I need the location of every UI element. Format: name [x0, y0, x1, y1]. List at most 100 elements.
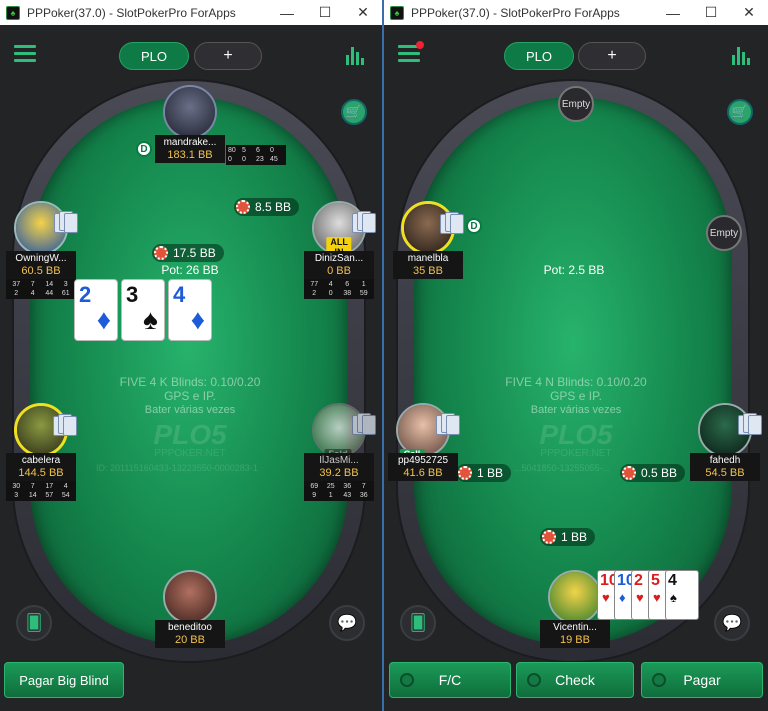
seat-iljasmi[interactable]: Fold IlJasMi... 39.2 BB 6925367 914336 [304, 403, 376, 501]
seat-pp4952725[interactable]: Call pp4952725 41.6 BB [388, 403, 460, 481]
player-stack: 35 BB [393, 264, 463, 279]
close-icon[interactable]: ✕ [344, 4, 382, 21]
seat-manelbla[interactable]: manelbla 35 BB [393, 201, 464, 279]
player-stack: 39.2 BB [304, 466, 374, 481]
player-name: mandrake... [155, 135, 225, 148]
seat-mandrake[interactable]: mandrake... 183.1 BB [155, 85, 225, 163]
player-stack: 0 BB [304, 264, 374, 279]
watermark-site: PPPOKER.NET [154, 448, 226, 459]
watermark-site: PPPOKER.NET [540, 448, 612, 459]
cart-icon[interactable]: 🛒 [727, 99, 753, 125]
player-name: beneditoo [155, 620, 225, 633]
player-name: pp4952725 [388, 453, 458, 466]
hole-cards-icon [436, 413, 460, 439]
app-icon: ♠ [390, 5, 404, 20]
cart-icon[interactable]: 🛒 [341, 99, 367, 125]
checkbox-icon [652, 673, 666, 687]
bet-chip: 8.5 BB [234, 198, 300, 216]
player-stack: 60.5 BB [6, 264, 76, 279]
avatar: Call [396, 403, 460, 459]
table-info: FIVE 4 N Blinds: 0.10/0.20 GPS e IP. Bat… [505, 375, 647, 416]
table-felt [414, 97, 732, 645]
hud-stats: 30 7 17 4 3 14 57 54 [6, 481, 76, 501]
table-felt [30, 97, 348, 645]
cards-icon[interactable]: 🂠 [16, 605, 52, 641]
maximize-icon[interactable]: ☐ [692, 4, 730, 21]
seat-cabelera[interactable]: cabelera 144.5 BB 30 7 17 4 3 14 57 54 [6, 403, 77, 501]
checkbox-icon [527, 673, 541, 687]
avatar [548, 570, 602, 624]
hole-cards-icon [54, 211, 78, 237]
board-card: 3 ♠ [121, 279, 165, 341]
seat-fahedh[interactable]: fahedh 54.5 BB [690, 403, 762, 481]
player-name: cabelera [6, 453, 76, 466]
seat-owningw[interactable]: OwningW... 60.5 BB 37 7 14 3 2 4 44 61 [6, 201, 78, 299]
player-name: DinizSan... [304, 251, 374, 264]
bet-chip: 1 BB [540, 528, 596, 546]
player-stack: 41.6 BB [388, 466, 458, 481]
dealer-button: D [136, 141, 152, 157]
player-stack: 54.5 BB [690, 466, 760, 481]
check-button[interactable]: Check [516, 662, 634, 698]
notification-dot [416, 41, 424, 49]
stats-icon[interactable] [732, 45, 752, 65]
player-stack: 144.5 BB [6, 466, 76, 481]
hero-hole-cards[interactable]: 10 ♥ 10 ♦ 2 ♥ 5 ♥ 4 ♠ [597, 570, 699, 620]
add-table-button[interactable]: + [578, 42, 646, 70]
chat-icon[interactable]: 💬 [714, 605, 750, 641]
plo5-watermark: PLO5 [153, 419, 227, 450]
plo5-watermark: PLO5 [539, 419, 613, 450]
app-icon: ♠ [6, 5, 20, 20]
menu-icon[interactable] [14, 45, 36, 63]
dealer-button: D [466, 218, 482, 234]
seat-dinizsan[interactable]: ALL IN DinizSan... 0 BB 77461 203859 [304, 201, 376, 299]
player-stack: 183.1 BB [155, 148, 225, 163]
game-id: ID: 201115160433-13223550-0000283-1 [96, 463, 258, 473]
player-name: IlJasMi... [304, 453, 374, 466]
player-name: Vicentin... [540, 620, 610, 633]
player-name: fahedh [690, 453, 760, 466]
chip-icon [622, 466, 636, 480]
bet-chip: 1 BB [456, 464, 512, 482]
hole-cards-icon [440, 212, 464, 238]
fold-check-button[interactable]: F/C [389, 662, 511, 698]
minimize-icon[interactable]: — [654, 5, 692, 21]
call-button[interactable]: Pagar [641, 662, 763, 698]
maximize-icon[interactable]: ☐ [306, 4, 344, 21]
hole-cards-icon [352, 211, 376, 237]
poker-window-left: ♠ PPPoker(37.0) - SlotPokerPro ForApps —… [0, 0, 382, 711]
avatar: Fold [312, 403, 376, 459]
chip-icon [542, 530, 556, 544]
window-title: PPPoker(37.0) - SlotPokerPro ForApps [27, 5, 236, 20]
chat-icon[interactable]: 💬 [329, 605, 365, 641]
game-id: ...5041850-13255055-... [514, 463, 611, 473]
empty-seat[interactable]: Empty [558, 86, 594, 122]
board-card: 2 ♦ [74, 279, 118, 341]
hole-cards-icon [738, 413, 762, 439]
stats-icon[interactable] [346, 45, 366, 65]
avatar [14, 201, 78, 255]
cards-icon[interactable]: 🂠 [400, 605, 436, 641]
hud-stats: 69 25 36 7 9 1 43 36 [304, 481, 374, 501]
window-title: PPPoker(37.0) - SlotPokerPro ForApps [411, 5, 620, 20]
community-cards: 2 ♦ 3 ♠ 4 ♦ [74, 279, 212, 341]
minimize-icon[interactable]: — [268, 5, 306, 21]
chip-icon [154, 246, 168, 260]
checkbox-icon [400, 673, 414, 687]
game-area: PLO + 🛒 Empty Empty manelbla 35 BB D Pot… [384, 25, 768, 711]
tab-plo[interactable]: PLO [504, 42, 574, 70]
avatar [14, 403, 77, 457]
table-info: FIVE 4 K Blinds: 0.10/0.20 GPS e IP. Bat… [119, 375, 261, 416]
hole-card: 4 ♠ [665, 570, 699, 620]
avatar [401, 201, 464, 255]
chip-icon [458, 466, 472, 480]
player-name: OwningW... [6, 251, 76, 264]
add-table-button[interactable]: + [194, 42, 262, 70]
avatar [163, 85, 217, 139]
tab-plo[interactable]: PLO [119, 42, 189, 70]
avatar: ALL IN [312, 201, 376, 257]
pay-big-blind-button[interactable]: Pagar Big Blind [4, 662, 124, 698]
seat-beneditoo[interactable]: beneditoo 20 BB [155, 570, 225, 648]
close-icon[interactable]: ✕ [730, 4, 768, 21]
empty-seat[interactable]: Empty [706, 215, 742, 251]
